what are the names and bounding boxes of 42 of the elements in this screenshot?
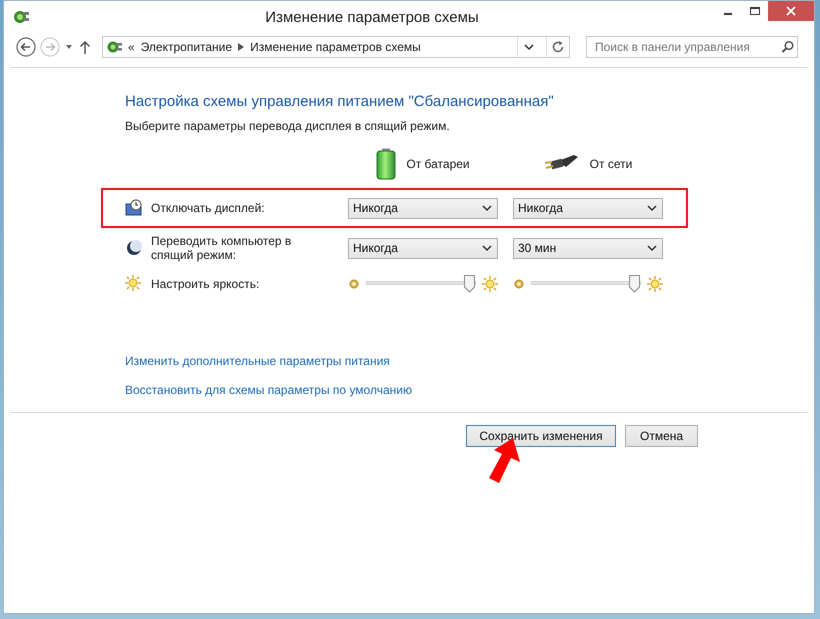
plan-heading: Настройка схемы управления питанием "Сбалансированная" — [125, 93, 554, 110]
save-button[interactable]: Сохранить изменения — [466, 425, 616, 447]
setting-label: Отключать дисплей: — [151, 201, 266, 215]
setting-label: Переводить компьютер в спящий режим: — [151, 234, 292, 262]
dropdown[interactable]: 30 мин — [513, 238, 663, 258]
brightness-slider[interactable] — [364, 275, 478, 293]
brightness-slider[interactable] — [529, 275, 643, 293]
dropdown[interactable]: Никогда — [348, 238, 498, 258]
settings-link[interactable]: Восстановить для схемы параметры по умолчанию — [125, 383, 412, 397]
setting-label: Настроить яркость: — [151, 277, 260, 291]
sun-icon — [125, 275, 143, 293]
separator-icon — [238, 43, 244, 51]
settings-link[interactable]: Изменить дополнительные параметры питания — [125, 354, 390, 368]
breadcrumb-overflow[interactable]: « — [128, 40, 135, 54]
maximize-icon[interactable] — [748, 5, 760, 17]
moon-icon — [125, 239, 143, 257]
window-title: Изменение параметров схемы — [264, 8, 480, 26]
display-clock-icon — [125, 199, 143, 217]
up-button[interactable] — [78, 39, 92, 55]
column-heading: От сети — [590, 157, 632, 171]
column-heading: От батареи — [406, 157, 470, 171]
bright-sun-icon — [482, 276, 498, 292]
slider-thumb[interactable] — [628, 275, 640, 293]
dropdown[interactable]: Никогда — [513, 198, 663, 218]
bright-sun-icon — [647, 276, 663, 292]
power-options-icon — [106, 39, 122, 55]
refresh-icon[interactable] — [551, 40, 565, 54]
cancel-button[interactable]: Отмена — [625, 425, 698, 447]
search-field[interactable]: Поиск в панели управления — [586, 36, 798, 58]
close-button[interactable] — [768, 1, 814, 21]
battery-icon — [376, 148, 396, 180]
power-options-icon — [12, 8, 30, 26]
dim-sun-icon — [348, 278, 360, 290]
dropdown[interactable]: Никогда — [348, 198, 498, 218]
breadcrumb[interactable]: Изменение параметров схемы — [250, 40, 421, 54]
address-bar[interactable]: « Электропитание Изменение параметров схемы — [102, 36, 570, 58]
dim-sun-icon — [513, 278, 525, 290]
slider-thumb[interactable] — [464, 275, 475, 293]
back-button[interactable] — [16, 37, 36, 57]
instruction-text: Выберите параметры перевода дисплея в спящий режим. — [125, 119, 450, 133]
close-icon[interactable] — [785, 5, 797, 17]
breadcrumb[interactable]: Электропитание — [140, 40, 232, 54]
